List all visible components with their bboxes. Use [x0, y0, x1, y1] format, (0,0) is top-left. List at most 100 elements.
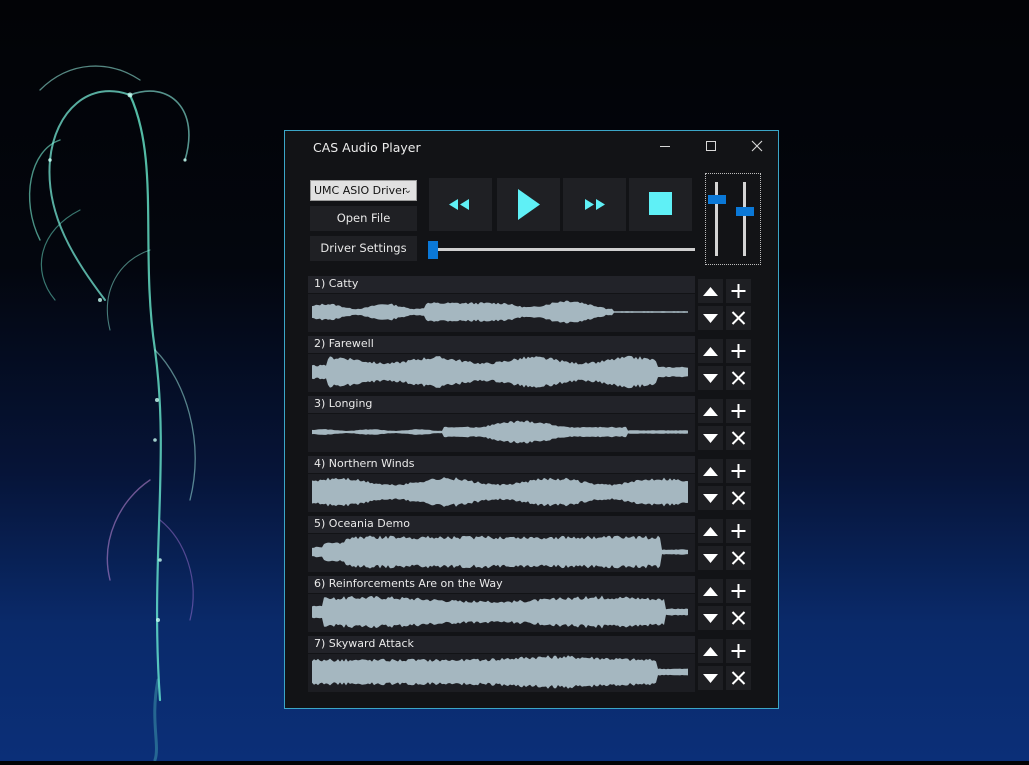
move-down-button[interactable] [698, 426, 723, 450]
move-down-button[interactable] [698, 366, 723, 390]
remove-icon [731, 491, 746, 505]
track-row[interactable]: 4) Northern Winds [308, 456, 695, 512]
move-down-icon [703, 554, 718, 563]
rewind-button[interactable] [429, 178, 492, 231]
stop-button[interactable] [629, 178, 692, 231]
minimize-button[interactable] [642, 131, 688, 161]
add-icon [731, 524, 746, 538]
move-up-button[interactable] [698, 399, 723, 423]
maximize-button[interactable] [688, 131, 734, 161]
move-up-icon [703, 407, 718, 416]
driver-select-value: UMC ASIO Driver [314, 184, 407, 197]
desktop-wallpaper [0, 0, 300, 762]
move-up-button[interactable] [698, 519, 723, 543]
left-volume-slider[interactable] [715, 182, 718, 256]
track-label: 7) Skyward Attack [314, 637, 414, 650]
rewind-icon [449, 199, 469, 210]
waveform-graphic [312, 477, 688, 507]
track-row[interactable]: 2) Farewell [308, 336, 695, 392]
audio-player-window: CAS Audio Player UMC ASIO Driver ⌄ Open … [284, 130, 779, 709]
add-button[interactable] [726, 279, 751, 303]
add-button[interactable] [726, 339, 751, 363]
title-bar[interactable]: CAS Audio Player [285, 131, 778, 163]
add-icon [731, 584, 746, 598]
track-waveform[interactable] [308, 474, 695, 512]
remove-button[interactable] [726, 666, 751, 690]
add-icon [731, 644, 746, 658]
right-volume-slider[interactable] [743, 182, 746, 256]
waveform-graphic [312, 355, 688, 389]
close-button[interactable] [734, 131, 780, 161]
track-label: 6) Reinforcements Are on the Way [314, 577, 503, 590]
move-down-icon [703, 314, 718, 323]
seek-slider[interactable] [428, 241, 695, 259]
track-row[interactable]: 5) Oceania Demo [308, 516, 695, 572]
remove-button[interactable] [726, 486, 751, 510]
move-down-icon [703, 434, 718, 443]
track-row[interactable]: 7) Skyward Attack [308, 636, 695, 692]
remove-button[interactable] [726, 366, 751, 390]
volume-controls [705, 173, 761, 265]
track-title-bar: 1) Catty [308, 276, 695, 293]
track-waveform[interactable] [308, 654, 695, 692]
move-up-button[interactable] [698, 339, 723, 363]
track-waveform[interactable] [308, 294, 695, 332]
seek-thumb[interactable] [428, 241, 438, 259]
stop-icon [649, 192, 672, 215]
remove-button[interactable] [726, 306, 751, 330]
driver-settings-button[interactable]: Driver Settings [310, 236, 417, 261]
move-down-icon [703, 374, 718, 383]
fast-forward-button[interactable] [563, 178, 626, 231]
track-title-bar: 7) Skyward Attack [308, 636, 695, 653]
remove-button[interactable] [726, 426, 751, 450]
track-waveform[interactable] [308, 354, 695, 392]
right-volume-thumb[interactable] [736, 206, 754, 216]
track-row[interactable]: 6) Reinforcements Are on the Way [308, 576, 695, 632]
move-down-icon [703, 614, 718, 623]
track-label: 3) Longing [314, 397, 373, 410]
move-up-button[interactable] [698, 639, 723, 663]
play-button[interactable] [497, 178, 560, 231]
remove-button[interactable] [726, 546, 751, 570]
move-down-icon [703, 494, 718, 503]
add-button[interactable] [726, 579, 751, 603]
move-down-button[interactable] [698, 666, 723, 690]
left-volume-thumb[interactable] [708, 195, 726, 204]
move-down-button[interactable] [698, 306, 723, 330]
remove-icon [731, 431, 746, 445]
move-down-button[interactable] [698, 606, 723, 630]
move-down-button[interactable] [698, 486, 723, 510]
minimize-icon [660, 146, 670, 147]
track-label: 2) Farewell [314, 337, 374, 350]
play-icon [518, 189, 540, 220]
add-button[interactable] [726, 519, 751, 543]
remove-button[interactable] [726, 606, 751, 630]
track-label: 4) Northern Winds [314, 457, 415, 470]
move-up-icon [703, 587, 718, 596]
add-icon [731, 464, 746, 478]
move-up-button[interactable] [698, 459, 723, 483]
add-button[interactable] [726, 639, 751, 663]
track-row[interactable]: 1) Catty [308, 276, 695, 332]
remove-icon [731, 611, 746, 625]
track-waveform[interactable] [308, 594, 695, 632]
move-up-icon [703, 647, 718, 656]
track-title-bar: 4) Northern Winds [308, 456, 695, 473]
driver-select[interactable]: UMC ASIO Driver ⌄ [310, 180, 417, 201]
move-up-button[interactable] [698, 579, 723, 603]
move-up-button[interactable] [698, 279, 723, 303]
remove-icon [731, 311, 746, 325]
waveform-graphic [312, 595, 688, 629]
track-label: 5) Oceania Demo [314, 517, 410, 530]
add-button[interactable] [726, 459, 751, 483]
close-icon [751, 140, 763, 152]
move-down-button[interactable] [698, 546, 723, 570]
open-file-button[interactable]: Open File [310, 206, 417, 231]
move-up-icon [703, 347, 718, 356]
add-button[interactable] [726, 399, 751, 423]
chevron-down-icon: ⌄ [403, 185, 412, 196]
track-waveform[interactable] [308, 534, 695, 572]
track-title-bar: 5) Oceania Demo [308, 516, 695, 533]
track-waveform[interactable] [308, 414, 695, 452]
track-row[interactable]: 3) Longing [308, 396, 695, 452]
